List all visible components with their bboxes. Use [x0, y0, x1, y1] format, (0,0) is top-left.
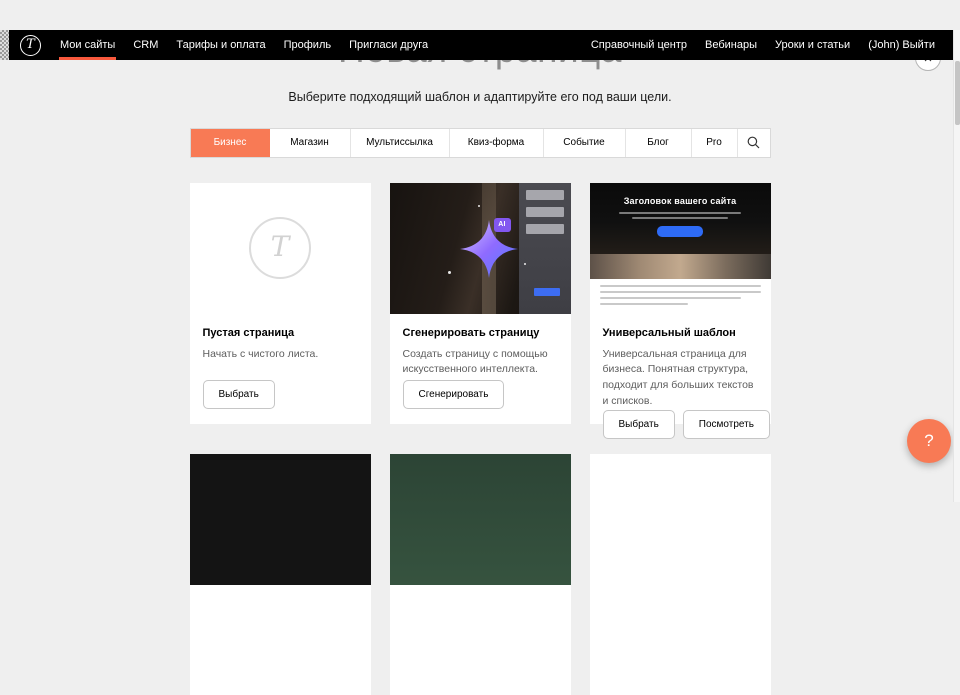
tilda-logo-letter: T — [26, 38, 35, 51]
tab-business[interactable]: Бизнес — [191, 129, 270, 157]
template-card-universal: Заголовок вашего сайта Универсальный шаб… — [590, 183, 771, 424]
nav-webinars[interactable]: Вебинары — [696, 30, 766, 60]
preview-text-line — [600, 297, 742, 299]
thumbnail-button-block — [534, 288, 560, 296]
thumbnail-block — [526, 224, 564, 234]
nav-profile[interactable]: Профиль — [275, 30, 341, 60]
card-actions: Выбрать — [203, 380, 358, 409]
thumbnail-block — [526, 207, 564, 217]
card-title: Сгенерировать страницу — [403, 327, 558, 339]
view-universal-button[interactable]: Посмотреть — [683, 410, 770, 439]
nav-logout[interactable]: (John) Выйти — [859, 30, 944, 60]
topbar: T Мои сайты CRM Тарифы и оплата Профиль … — [0, 30, 960, 60]
thumbnail-block — [526, 190, 564, 200]
tab-quiz-form[interactable]: Квиз-форма — [450, 129, 544, 157]
card-body: Пустая страница Начать с чистого листа. … — [190, 314, 371, 424]
tab-event[interactable]: Событие — [544, 129, 626, 157]
card-description: Универсальная страница для бизнеса. Поня… — [603, 347, 758, 410]
card-title: Пустая страница — [203, 327, 358, 339]
preview-hero-section: Заголовок вашего сайта — [590, 183, 771, 254]
new-page-modal: × Новая страница Выберите подходящий шаб… — [0, 30, 960, 472]
sparkle-dot — [478, 205, 480, 207]
template-cards-row-2 — [190, 454, 771, 695]
universal-template-preview[interactable]: Заголовок вашего сайта — [590, 183, 771, 314]
template-card — [190, 454, 371, 695]
scrollbar[interactable] — [953, 30, 960, 502]
card-body: Универсальный шаблон Универсальная стран… — [590, 314, 771, 454]
card-title: Универсальный шаблон — [603, 327, 758, 339]
topbar-nav-left: Мои сайты CRM Тарифы и оплата Профиль Пр… — [51, 30, 437, 60]
template-card — [390, 454, 571, 695]
preview-text-line — [632, 217, 728, 219]
sparkle-dot — [524, 263, 526, 265]
nav-tariffs[interactable]: Тарифы и оплата — [167, 30, 274, 60]
nav-invite-friend[interactable]: Пригласи друга — [340, 30, 437, 60]
ai-badge: AI — [494, 218, 511, 232]
page-subtitle: Выберите подходящий шаблон и адаптируйте… — [0, 90, 960, 104]
nav-help-center[interactable]: Справочный центр — [582, 30, 696, 60]
help-button[interactable]: ? — [907, 419, 951, 463]
tab-blog[interactable]: Блог — [626, 129, 692, 157]
nav-my-sites[interactable]: Мои сайты — [51, 30, 124, 60]
card-actions: Сгенерировать — [403, 380, 558, 409]
preview-body-text — [590, 279, 771, 314]
search-icon — [747, 136, 760, 149]
tilda-logo[interactable]: T — [20, 35, 41, 56]
tab-search[interactable] — [738, 129, 770, 157]
tab-pro[interactable]: Pro — [692, 129, 738, 157]
template-category-tabs: Бизнес Магазин Мультиссылка Квиз-форма С… — [190, 128, 771, 158]
scrollbar-thumb[interactable] — [955, 61, 960, 125]
tab-multilink[interactable]: Мультиссылка — [351, 129, 450, 157]
preview-text-line — [600, 291, 761, 293]
window-edge-texture — [0, 30, 9, 60]
template-preview[interactable] — [390, 454, 571, 585]
generate-button[interactable]: Сгенерировать — [403, 380, 505, 409]
ai-template-preview[interactable]: AI — [390, 183, 571, 314]
preview-text-line — [619, 212, 741, 214]
card-body: Сгенерировать страницу Создать страницу … — [390, 314, 571, 424]
preview-text-line — [600, 285, 761, 287]
template-card-blank: T Пустая страница Начать с чистого листа… — [190, 183, 371, 424]
template-preview[interactable] — [590, 454, 771, 585]
topbar-nav-right: Справочный центр Вебинары Уроки и статьи… — [582, 30, 944, 60]
template-preview[interactable] — [190, 454, 371, 585]
blank-template-preview[interactable]: T — [190, 183, 371, 314]
preview-text-line — [600, 303, 689, 305]
choose-blank-button[interactable]: Выбрать — [203, 380, 275, 409]
nav-lessons[interactable]: Уроки и статьи — [766, 30, 859, 60]
preview-photo-strip — [590, 254, 771, 279]
card-description: Начать с чистого листа. — [203, 347, 358, 363]
template-card — [590, 454, 771, 695]
tilda-mark-letter: T — [271, 233, 290, 261]
card-actions: Выбрать Посмотреть — [603, 410, 758, 439]
question-mark-icon: ? — [924, 431, 933, 451]
tab-shop[interactable]: Магазин — [270, 129, 351, 157]
card-description: Создать страницу с помощью искусственног… — [403, 347, 558, 379]
tilda-mark-circle: T — [249, 217, 311, 279]
template-card-ai: AI Сгенерировать страницу Создать страни… — [390, 183, 571, 424]
choose-universal-button[interactable]: Выбрать — [603, 410, 675, 439]
nav-crm[interactable]: CRM — [124, 30, 167, 60]
sparkle-dot — [448, 271, 451, 274]
template-cards-row-1: T Пустая страница Начать с чистого листа… — [190, 183, 771, 424]
preview-site-heading: Заголовок вашего сайта — [624, 196, 737, 206]
preview-blue-button — [657, 226, 703, 237]
